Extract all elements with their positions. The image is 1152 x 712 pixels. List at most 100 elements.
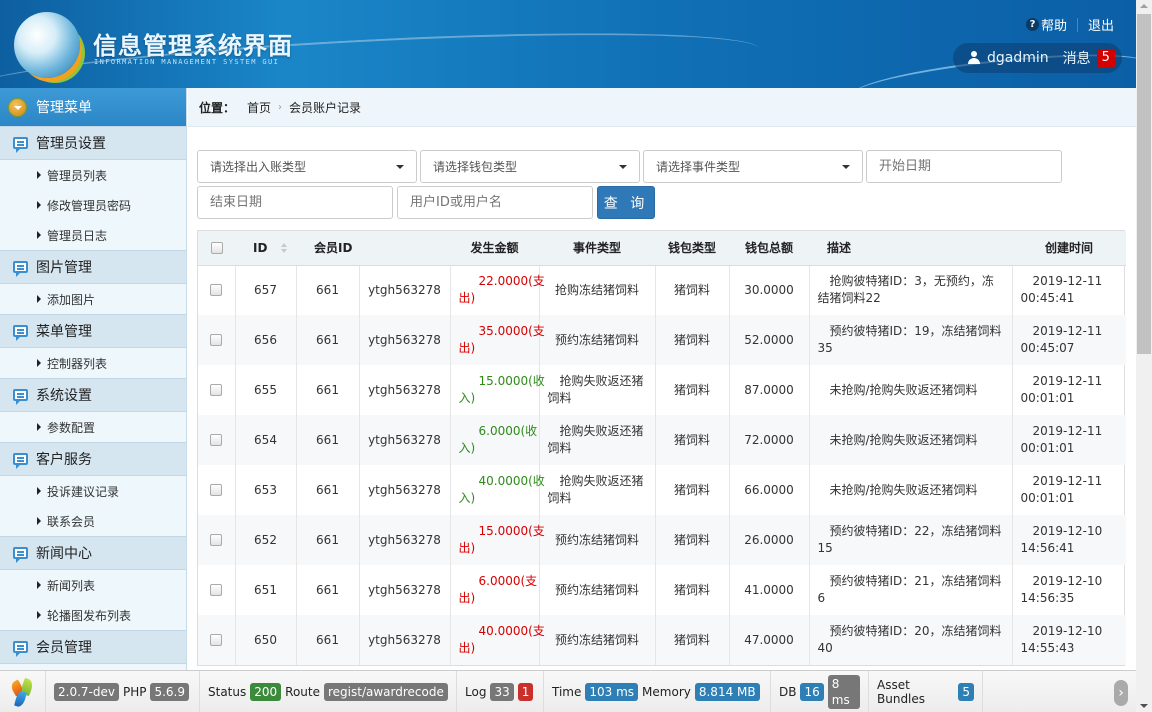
debug-version-block[interactable]: 2.0.7-dev PHP 5.6.9 — [46, 670, 200, 712]
records-table: ID 会员ID 发生金额 事件类型 钱包类型 钱包总额 描述 创建时间 657 6… — [197, 230, 1126, 666]
row-checkbox[interactable] — [210, 434, 223, 446]
cell-created-time: 2019-12-10 14:55:43 — [1012, 615, 1126, 665]
debug-assets-block[interactable]: Asset Bundles 5 — [869, 670, 983, 712]
db-queries-badge: 16 — [800, 682, 824, 701]
sidebar-item-add-image[interactable]: 添加图片 — [0, 284, 186, 314]
row-checkbox[interactable] — [210, 334, 223, 346]
end-date-input[interactable] — [197, 186, 393, 219]
yii-logo-icon[interactable] — [0, 670, 46, 712]
table-row[interactable]: 656 661 ytgh563278 35.0000(支出) 预约冻结猪饲料 猪饲料 52.… — [198, 315, 1126, 365]
debug-log-block[interactable]: Log 33 1 — [457, 670, 544, 712]
user-search-input[interactable] — [397, 186, 593, 219]
version-label: 2.0.7-dev — [54, 682, 119, 701]
table-row[interactable]: 655 661 ytgh563278 15.0000(收入) 抢购失败返还猪饲料 猪饲料 8… — [198, 365, 1126, 415]
breadcrumb-home[interactable]: 首页 — [247, 99, 271, 116]
row-select-cell[interactable] — [198, 515, 236, 565]
menu-group-icon — [13, 641, 28, 657]
sidebar-item-complaints[interactable]: 投诉建议记录 — [0, 476, 186, 506]
caret-right-icon — [37, 171, 41, 179]
row-select-cell[interactable] — [198, 315, 236, 365]
cell-description: 未抢购/抢购失败返还猪饲料 — [809, 465, 1013, 515]
vertical-scrollbar[interactable] — [1136, 0, 1152, 712]
debug-db-block[interactable]: DB 16 8 ms — [771, 670, 869, 712]
row-select-cell[interactable] — [198, 265, 236, 315]
wallet-type-select[interactable]: 请选择钱包类型 — [420, 150, 640, 183]
sidebar-item-admin-log[interactable]: 管理员日志 — [0, 220, 186, 250]
sidebar-item-news-list[interactable]: 新闻列表 — [0, 570, 186, 600]
table-row[interactable]: 657 661 ytgh563278 22.0000(支出) 抢购冻结猪饲料 猪饲料 30.… — [198, 265, 1126, 315]
scroll-up-icon[interactable] — [1140, 4, 1148, 8]
row-checkbox[interactable] — [210, 634, 223, 646]
row-select-cell[interactable] — [198, 415, 236, 465]
event-type-select[interactable]: 请选择事件类型 — [643, 150, 863, 183]
cell-wallet-type: 猪饲料 — [655, 315, 730, 365]
cell-username: ytgh563278 — [359, 265, 451, 315]
sidebar-group-customer-service[interactable]: 客户服务 — [0, 442, 186, 476]
sidebar-group-label: 会员管理 — [36, 640, 92, 656]
sidebar-group-menus[interactable]: 菜单管理 — [0, 314, 186, 348]
scrollbar-thumb[interactable] — [1137, 14, 1151, 354]
start-date-input[interactable] — [866, 150, 1062, 183]
memory-text: Memory — [642, 684, 691, 699]
help-icon[interactable]: ? — [1025, 18, 1039, 31]
row-select-cell[interactable] — [198, 565, 236, 615]
sidebar-item-admin-list[interactable]: 管理员列表 — [0, 160, 186, 190]
row-checkbox[interactable] — [210, 534, 223, 546]
debug-toolbar-toggle-icon[interactable]: › — [1114, 680, 1128, 706]
messages-count-badge[interactable]: 5 — [1096, 49, 1115, 67]
sidebar-item-label: 联系会员 — [47, 514, 96, 529]
sort-icon[interactable] — [281, 243, 288, 254]
cell-created-time: 2019-12-11 00:45:41 — [1020, 274, 1103, 306]
row-select-cell[interactable] — [198, 615, 236, 665]
table-row[interactable]: 651 661 ytgh563278 6.0000(支出) 预约冻结猪饲料 猪饲料 41.0… — [198, 565, 1126, 615]
table-row[interactable]: 653 661 ytgh563278 40.0000(收入) 抢购失败返还猪饲料 猪饲料 6… — [198, 465, 1126, 515]
scroll-down-icon[interactable] — [1140, 704, 1148, 708]
row-checkbox[interactable] — [210, 284, 223, 297]
menu-group-icon — [13, 547, 28, 563]
table-row[interactable]: 650 661 ytgh563278 40.0000(支出) 预约冻结猪饲料 猪饲料 47.… — [198, 615, 1126, 665]
table-row[interactable]: 652 661 ytgh563278 15.0000(支出) 预约冻结猪饲料 猪饲料 26.… — [198, 515, 1126, 565]
sidebar-group-members[interactable]: 会员管理 — [0, 630, 186, 664]
cell-description: 抢购彼特猪ID：3，无预约，冻结猪饲料22 — [809, 265, 1013, 315]
cell-wallet-type: 猪饲料 — [655, 415, 730, 465]
sidebar-group-images[interactable]: 图片管理 — [0, 250, 186, 284]
cell-username: ytgh563278 — [359, 565, 451, 615]
io-type-select[interactable]: 请选择出入账类型 — [197, 150, 417, 183]
debug-profiling-block[interactable]: Time 103 ms Memory 8.814 MB — [544, 670, 771, 712]
query-button[interactable]: 查 询 — [597, 186, 655, 219]
sidebar-item-label: 管理员日志 — [47, 228, 108, 243]
row-checkbox[interactable] — [210, 484, 223, 496]
sidebar-header[interactable]: 管理菜单 — [0, 88, 186, 126]
cell-amount: 40.0000(支出) — [450, 615, 545, 665]
sidebar-group-system[interactable]: 系统设置 — [0, 378, 186, 412]
header-select-all[interactable] — [198, 231, 235, 266]
debug-request-block[interactable]: Status 200 Route regist/awardrecode — [200, 670, 457, 712]
sidebar-group-news[interactable]: 新闻中心 — [0, 536, 186, 570]
help-link[interactable]: 帮助 — [1041, 15, 1067, 34]
cell-amount: 15.0000(收入) — [450, 365, 545, 415]
sidebar-item-carousel-list[interactable]: 轮播图发布列表 — [0, 600, 186, 630]
table-row[interactable]: 654 661 ytgh563278 6.0000(收入) 抢购失败返还猪饲料 猪饲料 72… — [198, 415, 1126, 465]
breadcrumb-label: 位置： — [199, 100, 236, 115]
select-all-checkbox[interactable] — [210, 242, 223, 255]
sidebar-item-params[interactable]: 参数配置 — [0, 412, 186, 442]
caret-right-icon — [37, 611, 41, 619]
sidebar-item-contact-member[interactable]: 联系会员 — [0, 506, 186, 536]
row-select-cell[interactable] — [198, 465, 236, 515]
row-checkbox[interactable] — [210, 384, 223, 396]
cell-member-id: 661 — [296, 515, 360, 565]
cell-id: 654 — [235, 415, 297, 465]
collapse-toggle-icon[interactable] — [8, 97, 27, 117]
cell-id: 650 — [235, 615, 297, 665]
menu-group-icon — [13, 453, 28, 469]
row-select-cell[interactable] — [198, 365, 236, 415]
sidebar-group-admin-settings[interactable]: 管理员设置 — [0, 126, 186, 160]
column-header-id[interactable]: ID — [235, 231, 296, 266]
sidebar-item-controllers[interactable]: 控制器列表 — [0, 348, 186, 378]
cell-event-type: 抢购失败返还猪饲料 — [539, 365, 656, 415]
sidebar-item-change-password[interactable]: 修改管理员密码 — [0, 190, 186, 220]
username[interactable]: dgadmin — [987, 50, 1049, 66]
row-checkbox[interactable] — [210, 584, 223, 596]
messages-link[interactable]: 消息 — [1063, 48, 1091, 68]
logout-link[interactable]: 退出 — [1088, 15, 1114, 34]
